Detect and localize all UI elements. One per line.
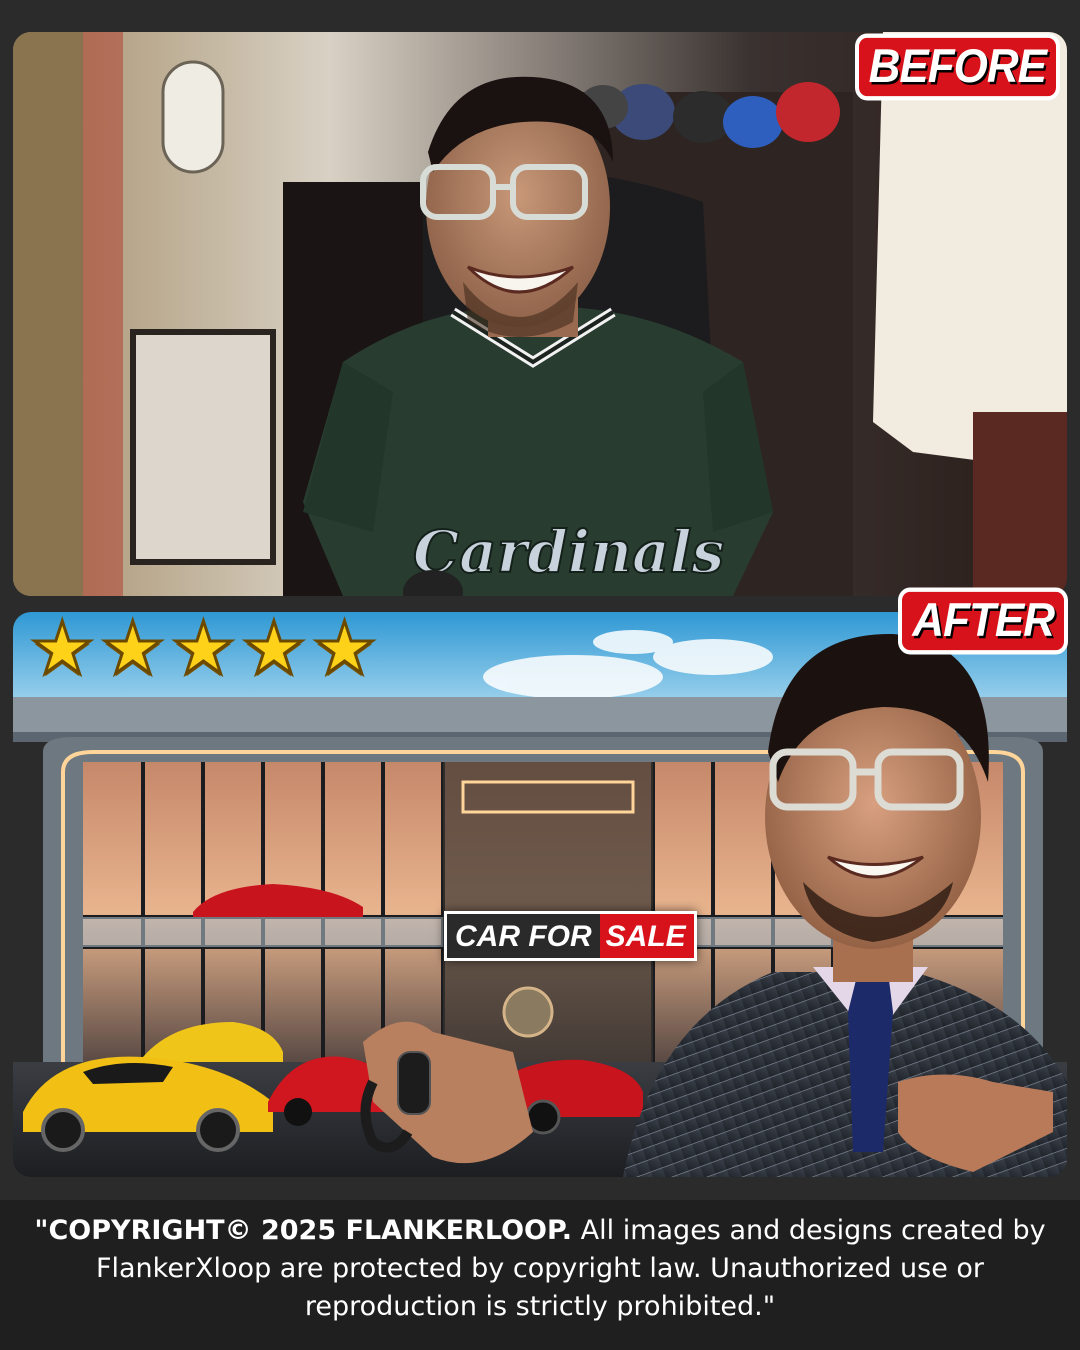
star-icon: ★ [170, 606, 238, 690]
five-star-rating: ★ ★ ★ ★ ★ [29, 606, 379, 690]
after-scene [13, 612, 1067, 1177]
after-label: AFTER [898, 587, 1068, 655]
sign-text-sale: SALE [599, 914, 694, 958]
before-scene: Cardinals [13, 32, 1067, 596]
car-key [397, 1051, 431, 1115]
before-label: BEFORE [854, 33, 1060, 101]
shirt-lettering: Cardinals [413, 518, 724, 586]
star-icon: ★ [99, 606, 167, 690]
star-icon: ★ [311, 606, 379, 690]
before-photo: Cardinals [13, 32, 1067, 596]
after-photo [13, 612, 1067, 1177]
sign-text-car-for: CAR FOR [447, 914, 600, 958]
copyright-notice: "COPYRIGHT© 2025 FLANKERLOOP. All images… [0, 1200, 1080, 1350]
copyright-heading: "COPYRIGHT© 2025 FLANKERLOOP. [34, 1215, 573, 1246]
car-for-sale-sign: CAR FOR SALE [444, 911, 697, 961]
star-icon: ★ [29, 606, 97, 690]
star-icon: ★ [240, 606, 308, 690]
